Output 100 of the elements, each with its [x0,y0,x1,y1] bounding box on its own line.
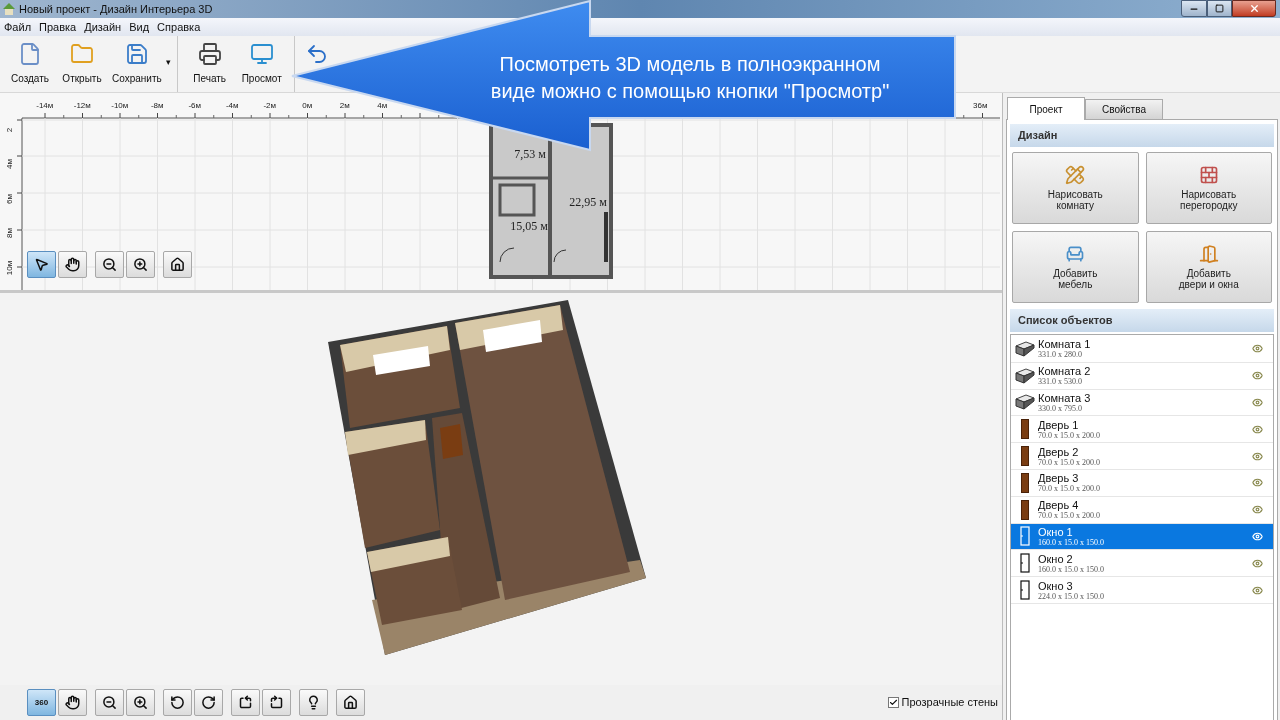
house-icon [2,2,16,16]
eye-icon[interactable] [1252,530,1263,542]
menu-item[interactable]: Правка [39,18,77,36]
object-list-item[interactable]: Дверь 3 70.0 x 15.0 x 200.0 [1011,470,1273,497]
toolbar-button[interactable]: Сохранить [108,36,166,92]
tool-button[interactable] [58,689,87,716]
menu-item[interactable]: Вид [129,18,150,36]
zoom-in-icon [133,695,148,710]
eye-icon[interactable] [1252,370,1263,382]
ruler-label: -12м [72,102,92,110]
eye-icon[interactable] [1252,343,1263,355]
checkbox[interactable] [887,697,899,708]
eye-icon[interactable] [1252,450,1263,462]
ruler-label: 4м [6,159,14,170]
menu-item[interactable]: Дизайн [84,18,122,36]
ruler-label: 0м [301,102,314,110]
ruler-label: 8м [6,228,14,239]
object-size: 70.0 x 15.0 x 200.0 [1038,511,1100,521]
object-name: Дверь 4 [1038,499,1080,512]
object-size: 224.0 x 15.0 x 150.0 [1038,591,1104,601]
maximize-icon [1215,4,1224,13]
tool-button[interactable] [336,689,365,716]
ruler-label: -8м [149,102,165,110]
object-name: Комната 2 [1038,365,1091,378]
tool-button[interactable] [95,689,124,716]
toolbar-button[interactable]: Просмот [235,36,288,92]
folder-icon [70,42,94,66]
ruler-label: 6м [6,193,14,204]
ruler-label: -2м [262,102,278,110]
design-button[interactable]: Добавить мебель [1012,231,1139,303]
object-list-item[interactable]: Окно 3 224.0 x 15.0 x 150.0 [1011,577,1273,604]
door-icon [1021,419,1029,440]
object-size: 70.0 x 15.0 x 200.0 [1038,484,1100,494]
object-name: Комната 1 [1038,338,1091,351]
object-size: 331.0 x 530.0 [1038,377,1083,387]
door-icon [1021,472,1029,493]
door-icon [1021,446,1029,467]
tab[interactable]: Проект [1007,97,1085,120]
eye-icon[interactable] [1252,477,1263,489]
tool-button[interactable] [194,689,223,716]
ruler-label: -6м [187,102,203,110]
tool-button[interactable] [262,689,291,716]
tab[interactable]: Свойства [1085,99,1163,119]
tool-button[interactable] [95,251,124,278]
eye-icon[interactable] [1252,397,1263,408]
close-button[interactable] [1232,0,1276,17]
pointer-icon [34,257,49,272]
toolbar-button[interactable]: Создать [4,36,56,92]
object-name: Дверь 2 [1038,445,1080,458]
object-size: 160.0 x 15.0 x 150.0 [1038,537,1104,547]
room-box-icon [1015,367,1035,384]
design-button[interactable]: Нарисовать комнату [1012,152,1139,224]
tool-button[interactable] [126,251,155,278]
ruler-label: -14м [35,102,55,110]
tool-button[interactable] [27,251,56,278]
ruler-label: 2м [338,102,351,110]
minimize-button[interactable] [1181,0,1207,17]
eye-icon[interactable] [1252,423,1263,435]
zoom-out-icon [102,257,117,272]
tool-button[interactable] [299,689,328,716]
eye-icon[interactable] [1252,584,1263,596]
object-name: Окно 2 [1038,552,1074,565]
object-list-item[interactable]: Окно 1 160.0 x 15.0 x 150.0 [1011,523,1273,551]
maximize-button[interactable] [1207,0,1232,17]
dropdown-arrow[interactable]: ▾ [165,56,171,70]
ruler-label: -10м [110,102,130,110]
room-box-icon [1015,340,1035,357]
tool-button[interactable]: 360 [27,689,56,716]
tool-button[interactable] [163,689,192,716]
window-frame-icon [1020,580,1030,601]
section-header: Список объектов [1010,309,1274,332]
object-name: Комната 3 [1038,392,1091,404]
menu-item[interactable]: Справка [157,18,201,36]
menu-item[interactable]: Файл [4,18,32,36]
lightbulb-icon [306,695,321,710]
ruler-label: 4м [376,102,389,110]
rotate-right-icon [201,695,216,710]
area-label: 22,95 м [569,195,607,209]
object-list-item[interactable]: Окно 2 160.0 x 15.0 x 150.0 [1011,550,1273,578]
hand-icon [65,257,80,272]
room-box-icon [1015,394,1035,411]
eye-icon[interactable] [1252,557,1263,569]
ruler-label: 10м [6,260,14,275]
tool-button[interactable] [231,689,260,716]
zoom-in-icon [133,257,148,272]
area-label: 15,05 м [510,219,548,233]
monitor-icon [249,42,274,66]
tool-button[interactable] [163,251,192,278]
door-icon [1021,499,1029,520]
toolbar-button[interactable]: Печать [183,36,236,92]
eye-icon[interactable] [1252,504,1263,516]
design-button[interactable]: Добавить двери и окна [1145,231,1272,303]
armchair-icon [1065,244,1086,264]
tool-button[interactable] [126,689,155,716]
tool-button[interactable] [58,251,87,278]
object-list-item[interactable]: Дверь 2 70.0 x 15.0 x 200.0 [1011,443,1273,470]
design-button[interactable]: Нарисовать перегородку [1145,152,1272,224]
object-size: 331.0 x 280.0 [1038,350,1083,360]
toolbar-button[interactable]: Открыть [56,36,108,92]
object-list-item[interactable]: Дверь 1 70.0 x 15.0 x 200.0 [1011,416,1273,444]
